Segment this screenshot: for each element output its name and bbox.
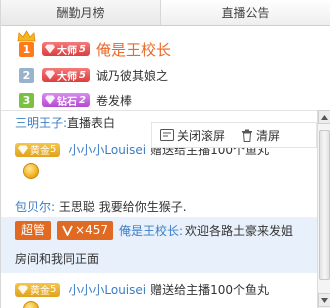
- gold-badge: 黄金 5: [15, 142, 61, 157]
- chat-area[interactable]: 三明王子:直播表白 黄金 5 小小小Louisei 赠送给主播100个鱼丸 包贝…: [1, 110, 317, 308]
- badge-level: 5: [79, 43, 86, 55]
- chat-text: 王思聪 我要给你生猴子.: [58, 200, 187, 214]
- chat-text: 欢迎各路土豪来发姐: [185, 224, 294, 238]
- fish-ball-icon: [23, 163, 39, 179]
- rank-item[interactable]: 2 大师 5 诚乃彼其娘之: [19, 64, 168, 86]
- chat-scrollbar[interactable]: [317, 110, 330, 308]
- level-value: ×457: [75, 223, 108, 237]
- gem-icon: [45, 70, 55, 80]
- scroll-up-button[interactable]: [318, 110, 330, 124]
- admin-tag: 超管: [15, 221, 52, 240]
- gift-message: 黄金 5 小小小Louisei 赠送给主播100个鱼丸: [15, 281, 269, 298]
- level-badge: 大师 5: [42, 42, 90, 57]
- level-icon: [62, 225, 73, 236]
- rank-name: 卷发棒: [95, 93, 132, 108]
- rank-item[interactable]: 1 大师 5 俺是王校长: [19, 38, 171, 60]
- fish-ball-icon: [23, 301, 39, 308]
- gold-badge: 黄金 5: [15, 282, 61, 297]
- tab-bar: 酬勤月榜 直播公告: [1, 0, 330, 26]
- gem-icon: [18, 145, 28, 154]
- badge-tier: 钻石: [57, 96, 77, 108]
- rank-item[interactable]: 3 钻石 2 卷发棒: [19, 89, 132, 111]
- badge-tier: 黄金: [30, 286, 50, 297]
- rank-list: 1 大师 5 俺是王校长 2 大师 5 诚乃彼其娘之 3 钻石 2 卷发棒: [1, 26, 330, 110]
- badge-tier: 大师: [57, 45, 77, 57]
- clear-screen-button[interactable]: 清屏: [233, 122, 288, 148]
- gift-text: 赠送给主播100个鱼丸: [150, 283, 270, 297]
- chat-username[interactable]: 小小小Louisei: [68, 141, 146, 158]
- scroll-lock-icon: [160, 129, 174, 141]
- rank-number: 3: [19, 92, 34, 108]
- tab-monthly-rank[interactable]: 酬勤月榜: [1, 0, 161, 26]
- chat-username[interactable]: 俺是王校长:: [119, 222, 183, 239]
- close-scroll-button[interactable]: 关闭滚屏: [152, 122, 233, 148]
- gem-icon: [18, 285, 28, 294]
- rank-name: 俺是王校长: [95, 40, 171, 59]
- scroll-down-button[interactable]: [318, 293, 330, 307]
- badge-tier: 大师: [57, 71, 77, 83]
- badge-level: 5: [50, 144, 57, 155]
- arrow-up-icon: [321, 114, 328, 120]
- badge-level: 2: [79, 94, 86, 106]
- chat-username[interactable]: 小小小Louisei: [68, 281, 146, 298]
- trash-icon: [242, 129, 253, 142]
- chat-panel: 酬勤月榜 直播公告 1 大师 5 俺是王校长 2 大师 5 诚乃彼其娘之 3 钻…: [0, 0, 330, 308]
- chat-message: 包贝尔: 王思聪 我要给你生猴子.: [15, 198, 187, 215]
- gem-icon: [45, 95, 55, 105]
- gem-icon: [45, 44, 55, 54]
- level-tag: ×457: [57, 221, 113, 240]
- rank-name: 诚乃彼其娘之: [95, 68, 168, 83]
- admin-message: 超管 ×457 俺是王校长: 欢迎各路土豪来发姐 房间和我同正面: [1, 217, 317, 273]
- level-badge: 钻石 2: [42, 93, 90, 108]
- close-scroll-label: 关闭滚屏: [177, 128, 226, 143]
- chat-username[interactable]: 包贝尔:: [15, 200, 55, 214]
- chat-toolbar: 关闭滚屏 清屏: [151, 122, 317, 148]
- badge-level: 5: [79, 69, 86, 81]
- arrow-down-icon: [321, 297, 328, 303]
- scrollbar-thumb[interactable]: [319, 130, 330, 280]
- chat-username[interactable]: 三明王子:: [15, 116, 67, 130]
- level-badge: 大师 5: [42, 68, 90, 83]
- chat-text: 直播表白: [67, 116, 116, 130]
- rank-number: 2: [19, 67, 34, 83]
- chat-text-continued: 房间和我同正面: [15, 252, 100, 266]
- tab-announcement[interactable]: 直播公告: [161, 0, 330, 26]
- rank-number: 1: [19, 41, 34, 57]
- chat-message: 三明王子:直播表白: [15, 114, 115, 131]
- clear-screen-label: 清屏: [256, 128, 281, 143]
- badge-level: 5: [50, 284, 57, 295]
- badge-tier: 黄金: [30, 146, 50, 157]
